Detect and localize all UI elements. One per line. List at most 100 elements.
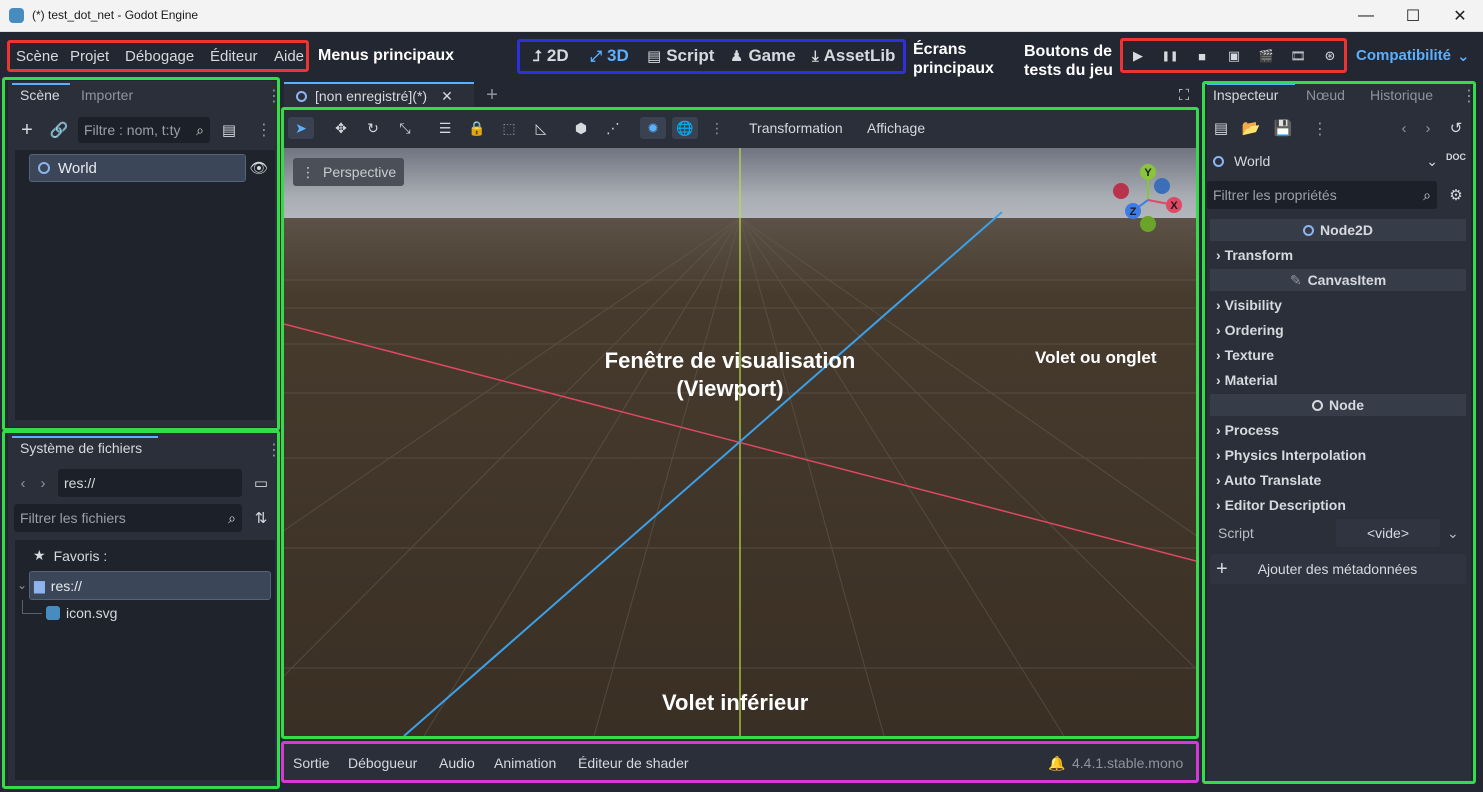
snap-icon[interactable]: ⋰: [600, 117, 626, 139]
annotation-menus: Menus principaux: [318, 47, 455, 64]
environment-preview-icon[interactable]: 🌐: [672, 117, 698, 139]
inspector-more-icon[interactable]: ⋮: [1312, 119, 1328, 139]
lock-icon[interactable]: 🔒: [464, 117, 490, 139]
tab-scene[interactable]: Scène: [20, 87, 60, 103]
close-window-button[interactable]: ✕: [1437, 0, 1483, 32]
move-tool-icon[interactable]: ✥: [328, 117, 354, 139]
prop-visibility[interactable]: › Visibility: [1216, 297, 1282, 313]
remote-deploy-button[interactable]: ▣: [1222, 46, 1246, 66]
select-tool-icon[interactable]: ➤: [288, 117, 314, 139]
tab-import[interactable]: Importer: [81, 87, 133, 103]
tab-history[interactable]: Historique: [1370, 87, 1433, 103]
run-current-scene-button[interactable]: 🎬: [1254, 46, 1278, 66]
bottom-tab-audio[interactable]: Audio: [439, 755, 475, 771]
chevron-down-icon[interactable]: ⌄: [1447, 525, 1459, 542]
scene-tree-root-node[interactable]: World: [29, 154, 246, 182]
list-select-icon[interactable]: ☰: [432, 117, 458, 139]
menu-debug[interactable]: Débogage: [125, 48, 194, 65]
history-back-icon[interactable]: ‹: [1396, 118, 1412, 138]
add-metadata-button[interactable]: + Ajouter des métadonnées: [1210, 554, 1466, 584]
property-tools-icon[interactable]: ⚙: [1446, 185, 1466, 205]
local-space-icon[interactable]: ⬢: [568, 117, 594, 139]
tab-filesystem[interactable]: Système de fichiers: [20, 440, 142, 456]
scale-tool-icon[interactable]: ⤡: [392, 117, 418, 139]
screen-game-button[interactable]: ♟ Game: [730, 46, 796, 66]
group-icon[interactable]: ⬚: [496, 117, 522, 139]
viewport-more-icon[interactable]: ⋮: [704, 117, 730, 139]
bottom-tab-output[interactable]: Sortie: [293, 755, 330, 771]
scene-dock-menu-icon[interactable]: ⋮: [266, 86, 282, 106]
prop-transform[interactable]: › Transform: [1216, 247, 1293, 263]
transform-menu[interactable]: Transformation: [749, 120, 843, 136]
bottom-tab-shader-editor[interactable]: Éditeur de shader: [578, 755, 689, 771]
rotate-tool-icon[interactable]: ↻: [360, 117, 386, 139]
minimize-button[interactable]: —: [1343, 0, 1389, 32]
attach-script-icon[interactable]: ▤: [218, 119, 240, 141]
new-resource-icon[interactable]: ▤: [1211, 118, 1231, 138]
screen-2d-button[interactable]: ⮥ 2D: [533, 46, 569, 66]
prop-auto-translate[interactable]: › Auto Translate: [1216, 472, 1321, 488]
annotation-viewport-line1: Fenêtre de visualisation: [604, 348, 856, 373]
stop-button[interactable]: ■: [1190, 46, 1214, 66]
visibility-eye-icon[interactable]: 👁: [249, 158, 268, 178]
screen-3d-button[interactable]: ⤢ 3D: [590, 46, 629, 66]
filesystem-filter-input[interactable]: Filtrer les fichiers ⌕: [14, 504, 242, 532]
bottom-tab-animation[interactable]: Animation: [494, 755, 556, 771]
run-project-button[interactable]: ▶: [1126, 46, 1150, 66]
inspected-node-selector[interactable]: World ⌄: [1209, 148, 1438, 174]
scene-tab[interactable]: [non enregistré](*) ✕: [284, 82, 474, 108]
notification-bell-icon[interactable]: 🔔: [1048, 755, 1065, 772]
filesystem-path-input[interactable]: res://: [58, 469, 242, 497]
prop-material[interactable]: › Material: [1216, 372, 1277, 388]
distraction-free-icon[interactable]: ⛶: [1174, 85, 1194, 105]
favorites-item[interactable]: ★ Favoris :: [33, 547, 107, 564]
view-gizmo[interactable]: Y X Z: [1108, 160, 1188, 236]
add-node-button[interactable]: +: [16, 119, 38, 141]
res-folder-item[interactable]: ▆ res://: [29, 571, 271, 600]
sun-preview-icon[interactable]: ✹: [640, 117, 666, 139]
scene-filter-input[interactable]: Filtre : nom, t:ty ⌕: [78, 117, 210, 143]
prop-texture[interactable]: › Texture: [1216, 347, 1274, 363]
menu-editor[interactable]: Éditeur: [210, 48, 258, 65]
viewport-3d[interactable]: [284, 148, 1196, 736]
close-icon[interactable]: ✕: [441, 88, 453, 105]
file-item-icon-svg[interactable]: icon.svg: [46, 605, 117, 621]
script-value-field[interactable]: <vide>: [1336, 519, 1440, 547]
movie-maker-button[interactable]: ⊛: [1318, 46, 1342, 66]
tab-node[interactable]: Nœud: [1306, 87, 1345, 103]
back-icon[interactable]: ‹: [16, 473, 30, 493]
menu-project[interactable]: Projet: [70, 48, 109, 65]
view-menu[interactable]: Affichage: [867, 120, 925, 136]
screen-script-button[interactable]: ▤ Script: [647, 46, 714, 66]
pause-button[interactable]: ❚❚: [1158, 46, 1182, 66]
filesystem-dock-menu-icon[interactable]: ⋮: [266, 440, 282, 460]
scene-tree-menu-icon[interactable]: ⋮: [256, 120, 272, 140]
tab-inspector[interactable]: Inspecteur: [1213, 87, 1278, 103]
prop-physics-interpolation[interactable]: › Physics Interpolation: [1216, 447, 1366, 463]
screen-assetlib-button[interactable]: ⤓ AssetLib: [812, 46, 895, 66]
object-history-icon[interactable]: ↺: [1446, 118, 1466, 138]
history-forward-icon[interactable]: ›: [1420, 118, 1436, 138]
doc-icon[interactable]: DOC: [1446, 152, 1466, 162]
prop-editor-description[interactable]: › Editor Description: [1216, 497, 1346, 513]
link-icon[interactable]: 🔗: [48, 119, 70, 141]
prop-process[interactable]: › Process: [1216, 422, 1279, 438]
prop-ordering[interactable]: › Ordering: [1216, 322, 1284, 338]
bottom-tab-debugger[interactable]: Débogueur: [348, 755, 417, 771]
menu-help[interactable]: Aide: [274, 48, 304, 65]
forward-icon[interactable]: ›: [36, 473, 50, 493]
inspector-dock-menu-icon[interactable]: ⋮: [1461, 86, 1477, 106]
folder-expand-icon[interactable]: ⌄: [17, 578, 27, 592]
perspective-button[interactable]: ⋮ Perspective: [293, 158, 405, 186]
sort-icon[interactable]: ⇅: [250, 507, 272, 529]
maximize-button[interactable]: ☐: [1390, 0, 1436, 32]
save-icon[interactable]: 💾: [1273, 118, 1293, 138]
split-view-icon[interactable]: ▭: [250, 472, 272, 494]
run-specific-scene-button[interactable]: 🎞: [1286, 46, 1310, 66]
renderer-selector[interactable]: Compatibilité ⌄: [1356, 47, 1470, 65]
inspector-filter-input[interactable]: Filtrer les propriétés ⌕: [1207, 181, 1437, 209]
open-folder-icon[interactable]: 📂: [1241, 118, 1261, 138]
menu-scene[interactable]: Scène: [16, 48, 59, 65]
add-scene-tab-button[interactable]: +: [482, 84, 502, 106]
ruler-icon[interactable]: ◺: [528, 117, 554, 139]
